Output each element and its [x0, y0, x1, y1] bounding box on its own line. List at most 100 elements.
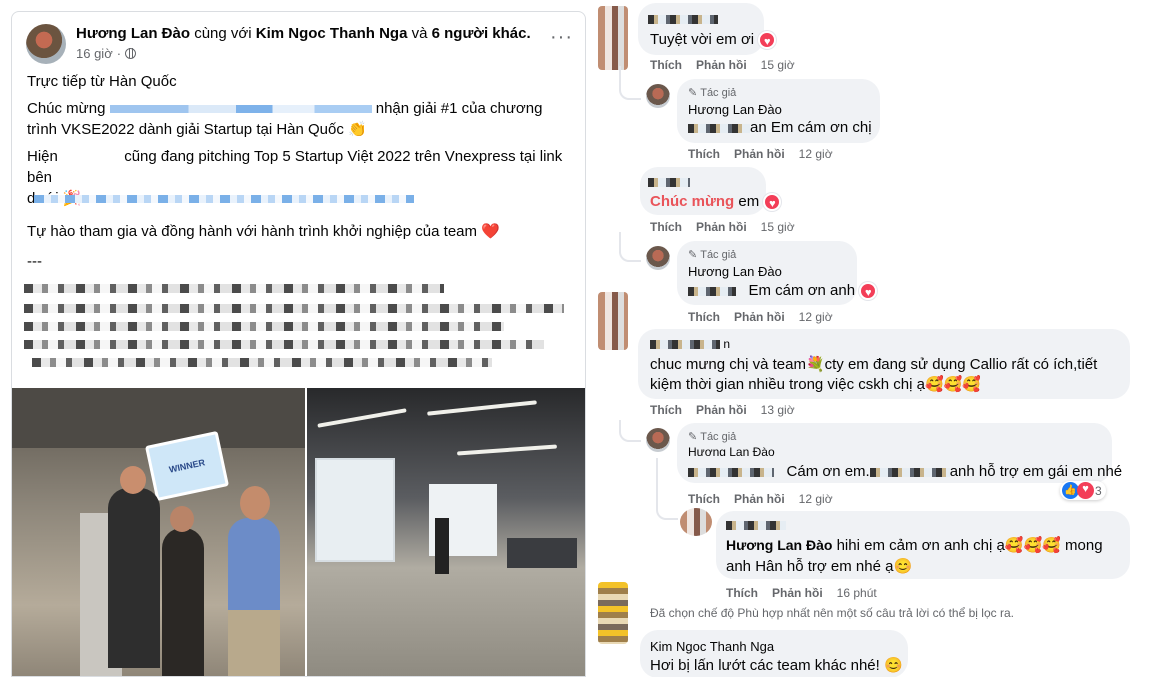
comment-time: 13 giờ	[760, 403, 795, 417]
redacted-link[interactable]	[34, 195, 414, 203]
reply-button[interactable]: Phản hồi	[734, 492, 785, 506]
comment-time: 15 giờ	[760, 220, 795, 234]
author-badge: ✎ Tác giả	[688, 86, 737, 100]
post-line-4: Tự hào tham gia và đồng hành với hành tr…	[27, 223, 500, 240]
congrats-text: Chúc mừng	[27, 100, 106, 117]
reply-text: Em cám ơn anh ♥	[688, 282, 878, 301]
photo-event-hall[interactable]	[307, 388, 585, 676]
thread-line	[619, 420, 641, 442]
reply-button[interactable]: Phản hồi	[734, 310, 785, 324]
reply-text: Hương Lan Đào hihi em cảm ơn anh chị ạ🥰🥰…	[726, 521, 1126, 577]
redacted-text	[109, 105, 372, 114]
heart-reaction-icon[interactable]: ♥	[859, 282, 878, 301]
like-button[interactable]: Thích	[726, 586, 758, 600]
pitching-text: cũng đang pitching Top 5 Startup Việt 20…	[27, 148, 563, 186]
tagged-name[interactable]: Kim Ngoc Thanh Nga	[256, 25, 408, 42]
comment-time: 15 giờ	[760, 58, 795, 72]
reply-button[interactable]: Phản hồi	[772, 586, 823, 600]
heart-reaction-icon[interactable]: ♥	[758, 31, 777, 50]
reply-author-name[interactable]: Hương Lan Đào	[688, 445, 775, 456]
presentation-screen	[315, 458, 395, 562]
current-text: Hiện	[27, 148, 58, 165]
author-avatar[interactable]	[646, 246, 670, 270]
commenter-name[interactable]: Kim Ngoc Thanh Nga	[650, 639, 774, 654]
globe-icon	[125, 48, 137, 59]
redacted-name	[650, 340, 720, 350]
like-button[interactable]: Thích	[650, 220, 682, 234]
redacted-name	[648, 14, 718, 24]
post-line-2: Chúc mừng nhận giải #1 của chương trình …	[27, 98, 572, 140]
redacted-block	[24, 284, 444, 293]
facebook-post: Hương Lan Đào cùng với Kim Ngoc Thanh Ng…	[11, 11, 586, 677]
post-separator: ---	[27, 253, 42, 270]
reply-text: an Em cám ơn chị	[688, 119, 872, 136]
more-horizontal-icon[interactable]: ···	[550, 27, 573, 47]
post-header-names: Hương Lan Đào cùng với Kim Ngoc Thanh Ng…	[76, 25, 531, 42]
reply-author-name[interactable]: Hương Lan Đào	[726, 537, 832, 553]
redacted-block	[24, 304, 564, 313]
reply-button[interactable]: Phản hồi	[696, 220, 747, 234]
reply-author-name[interactable]: Hương Lan Đào	[688, 264, 782, 279]
post-time-text[interactable]: 16 giờ	[76, 46, 113, 61]
highlight-text: Chúc mừng	[650, 193, 735, 210]
comment-text: Tuyệt vời em ơi ♥	[650, 31, 777, 50]
reply-time: 16 phút	[836, 586, 877, 600]
like-button[interactable]: Thích	[650, 403, 682, 417]
author-badge: ✎ Tác giả	[688, 430, 737, 444]
reply-actions: Thích Phản hồi 12 giờ	[688, 310, 833, 324]
reply-actions: Thích Phản hồi 12 giờ	[688, 492, 833, 506]
program-text: trình VKSE2022 dành giải Startup tại Hàn…	[27, 121, 367, 138]
redacted-name	[869, 467, 950, 477]
others-link[interactable]: 6 người khác.	[432, 25, 531, 42]
commenter-avatar[interactable]	[598, 292, 628, 350]
reply-button[interactable]: Phản hồi	[696, 403, 747, 417]
post-time: 16 giờ ·	[76, 46, 137, 61]
thread-line	[619, 232, 641, 262]
redacted-name	[726, 521, 786, 530]
commenter-avatar[interactable]	[598, 582, 628, 644]
and-text: và	[411, 25, 428, 42]
filter-notice: Đã chọn chế độ Phù hợp nhất nên một số c…	[650, 606, 1014, 620]
comment-actions: Thích Phản hồi 15 giờ	[650, 220, 795, 234]
redacted-name	[648, 177, 690, 187]
comment-text: Chúc mừng em ♥	[650, 193, 782, 212]
reaction-summary[interactable]: 👍 ♥ 3	[1060, 481, 1106, 500]
redacted-name	[688, 467, 774, 477]
reply-time: 12 giờ	[798, 147, 833, 161]
thread-line	[656, 458, 678, 520]
like-button[interactable]: Thích	[688, 492, 720, 506]
award-text: nhận giải #1 của chương	[375, 100, 543, 117]
reply-time: 12 giờ	[798, 492, 833, 506]
reply-text: Cám ơn em. anh hỗ trợ em gái em nhé	[688, 463, 1122, 480]
author-avatar[interactable]	[646, 84, 670, 108]
redacted-block	[32, 358, 492, 367]
with-text: cùng với	[194, 25, 252, 42]
redacted-block	[24, 340, 544, 349]
author-avatar[interactable]	[26, 24, 66, 64]
reaction-count: 3	[1095, 483, 1102, 498]
like-button[interactable]: Thích	[650, 58, 682, 72]
redacted-block	[24, 322, 504, 331]
comment-text: chuc mưng chị và team💐cty em đang sử dụn…	[650, 356, 1098, 393]
like-button[interactable]: Thích	[688, 310, 720, 324]
heart-reaction-icon[interactable]: ♥	[763, 193, 782, 212]
thread-line	[619, 66, 641, 100]
redacted-name	[688, 286, 736, 296]
commenter-avatar[interactable]	[598, 6, 628, 70]
photo-award-ceremony[interactable]: WINNER	[12, 388, 305, 676]
author-badge: ✎ Tác giả	[688, 248, 737, 262]
heart-reaction-icon: ♥	[1077, 482, 1094, 499]
reply-author-name[interactable]: Hương Lan Đào	[688, 102, 782, 117]
reply-actions: Thích Phản hồi 12 giờ	[688, 147, 833, 161]
post-line-1: Trực tiếp từ Hàn Quốc	[27, 73, 177, 90]
author-name[interactable]: Hương Lan Đào	[76, 25, 190, 42]
redacted-name	[688, 123, 750, 133]
comment-text: Hơi bị lấn lướt các team khác nhé! 😊	[650, 657, 903, 674]
like-button[interactable]: Thích	[688, 147, 720, 161]
comment-actions: Thích Phản hồi 13 giờ	[650, 403, 795, 417]
reply-button[interactable]: Phản hồi	[696, 58, 747, 72]
commenter-avatar[interactable]	[680, 508, 712, 536]
author-avatar[interactable]	[646, 428, 670, 452]
reply-button[interactable]: Phản hồi	[734, 147, 785, 161]
comment-actions: Thích Phản hồi 15 giờ	[650, 58, 795, 72]
